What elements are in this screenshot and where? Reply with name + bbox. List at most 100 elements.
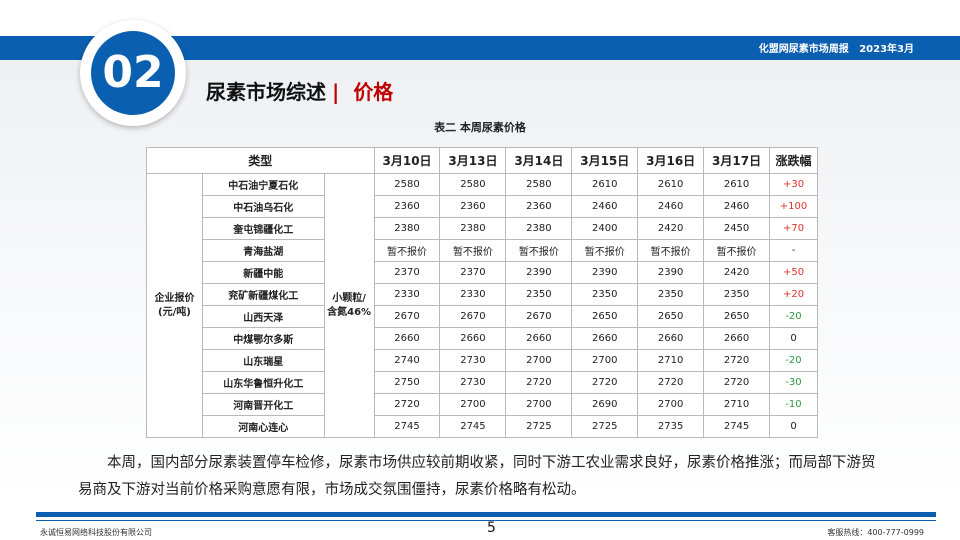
section-title: 尿素市场综述 | 价格 bbox=[206, 76, 393, 105]
table-row: 河南心连心 2745 2745 2725 2725 2735 2745 0 bbox=[147, 415, 818, 438]
price-cell: 2650 bbox=[571, 305, 639, 328]
price-cell: 2380 bbox=[373, 217, 441, 240]
price-cell: 2350 bbox=[637, 283, 705, 306]
change-cell: +50 bbox=[769, 261, 818, 284]
table-row: 新疆中能 2370 2370 2390 2390 2390 2420 +50 bbox=[147, 261, 818, 284]
change-cell: +30 bbox=[769, 173, 818, 196]
price-cell: 2420 bbox=[703, 261, 771, 284]
price-cell: 2670 bbox=[505, 305, 573, 328]
price-cell: 2720 bbox=[571, 371, 639, 394]
price-cell: 2370 bbox=[373, 261, 441, 284]
product-spec-cell: 小颗粒/含氮46% bbox=[323, 173, 375, 438]
price-cell: 2720 bbox=[373, 393, 441, 416]
price-cell: 2740 bbox=[373, 349, 441, 372]
price-cell: 2350 bbox=[703, 283, 771, 306]
table-row: 山东瑞星 2740 2730 2700 2700 2710 2720 -20 bbox=[147, 349, 818, 372]
table-row: 奎屯锦疆化工 2380 2380 2380 2400 2420 2450 +70 bbox=[147, 217, 818, 240]
change-cell: +100 bbox=[769, 195, 818, 218]
price-cell: 2330 bbox=[373, 283, 441, 306]
price-cell: 2420 bbox=[637, 217, 705, 240]
change-cell: +70 bbox=[769, 217, 818, 240]
price-cell: 2700 bbox=[505, 393, 573, 416]
nitrogen-content: 含氮46% bbox=[327, 306, 372, 318]
price-cell: 2460 bbox=[637, 195, 705, 218]
section-title-separator: | bbox=[332, 80, 340, 104]
change-cell: -20 bbox=[769, 349, 818, 372]
table-row: 中石油乌石化 2360 2360 2360 2460 2460 2460 +100 bbox=[147, 195, 818, 218]
table-row: 河南晋开化工 2720 2700 2700 2690 2700 2710 -10 bbox=[147, 393, 818, 416]
change-cell: -10 bbox=[769, 393, 818, 416]
price-cell: 2390 bbox=[637, 261, 705, 284]
price-cell: 2390 bbox=[571, 261, 639, 284]
change-cell: +20 bbox=[769, 283, 818, 306]
company-name: 山西天泽 bbox=[201, 305, 325, 328]
column-header-change: 涨跌幅 bbox=[769, 147, 818, 174]
column-header-date: 3月13日 bbox=[439, 147, 507, 174]
price-table: 类型 3月10日 3月13日 3月14日 3月15日 3月16日 3月17日 涨… bbox=[146, 147, 818, 438]
price-cell: 2610 bbox=[703, 173, 771, 196]
footer-line bbox=[36, 520, 936, 521]
company-name: 中石油乌石化 bbox=[201, 195, 325, 218]
column-header-date: 3月16日 bbox=[637, 147, 705, 174]
change-cell: 0 bbox=[769, 327, 818, 350]
price-cell: 2720 bbox=[637, 371, 705, 394]
price-cell: 2370 bbox=[439, 261, 507, 284]
price-cell: 2580 bbox=[505, 173, 573, 196]
company-name: 新疆中能 bbox=[201, 261, 325, 284]
price-cell: 暂不报价 bbox=[439, 239, 507, 262]
company-name: 兖矿新疆煤化工 bbox=[201, 283, 325, 306]
price-cell: 2745 bbox=[439, 415, 507, 438]
table-row: 青海盐湖 暂不报价 暂不报价 暂不报价 暂不报价 暂不报价 暂不报价 - bbox=[147, 239, 818, 262]
price-cell: 2350 bbox=[571, 283, 639, 306]
price-cell: 2450 bbox=[703, 217, 771, 240]
company-name: 山东瑞星 bbox=[201, 349, 325, 372]
table-row: 山东华鲁恒升化工 2750 2730 2720 2720 2720 2720 -30 bbox=[147, 371, 818, 394]
footer-company: 永诚恒易网络科技股份有限公司 bbox=[40, 528, 152, 537]
column-header-date: 3月10日 bbox=[373, 147, 441, 174]
price-cell: 2330 bbox=[439, 283, 507, 306]
table-row: 山西天泽 2670 2670 2670 2650 2650 2650 -20 bbox=[147, 305, 818, 328]
company-name: 中煤鄂尔多斯 bbox=[201, 327, 325, 350]
price-cell: 2670 bbox=[373, 305, 441, 328]
price-cell: 2390 bbox=[505, 261, 573, 284]
price-cell: 2660 bbox=[637, 327, 705, 350]
price-cell: 2610 bbox=[571, 173, 639, 196]
price-cell: 2745 bbox=[373, 415, 441, 438]
price-cell: 2360 bbox=[505, 195, 573, 218]
section-title-main: 尿素市场综述 bbox=[206, 80, 326, 104]
price-cell: 暂不报价 bbox=[703, 239, 771, 262]
footer-hotline: 客服热线：400-777-0999 bbox=[827, 528, 924, 537]
group-label-cell: 企业报价 (元/吨) bbox=[146, 173, 203, 438]
footer-bar bbox=[36, 512, 936, 517]
price-cell: 2460 bbox=[571, 195, 639, 218]
price-cell: 2400 bbox=[571, 217, 639, 240]
price-cell: 暂不报价 bbox=[373, 239, 441, 262]
price-cell: 2720 bbox=[505, 371, 573, 394]
column-header-date: 3月17日 bbox=[703, 147, 771, 174]
table-row: 中煤鄂尔多斯 2660 2660 2660 2660 2660 2660 0 bbox=[147, 327, 818, 350]
price-cell: 2720 bbox=[703, 371, 771, 394]
price-cell: 2670 bbox=[439, 305, 507, 328]
price-cell: 2660 bbox=[505, 327, 573, 350]
price-cell: 2700 bbox=[439, 393, 507, 416]
group-unit: (元/吨) bbox=[158, 306, 191, 318]
price-cell: 2380 bbox=[505, 217, 573, 240]
price-cell: 2735 bbox=[637, 415, 705, 438]
price-cell: 2650 bbox=[637, 305, 705, 328]
change-cell: 0 bbox=[769, 415, 818, 438]
column-header-date: 3月14日 bbox=[505, 147, 573, 174]
price-cell: 2650 bbox=[703, 305, 771, 328]
table-row: 兖矿新疆煤化工 2330 2330 2350 2350 2350 2350 +20 bbox=[147, 283, 818, 306]
price-cell: 2580 bbox=[439, 173, 507, 196]
price-cell: 2580 bbox=[373, 173, 441, 196]
change-cell: -20 bbox=[769, 305, 818, 328]
group-label: 企业报价 bbox=[154, 292, 195, 304]
section-subtitle: 价格 bbox=[353, 80, 394, 104]
price-cell: 2360 bbox=[373, 195, 441, 218]
price-cell: 暂不报价 bbox=[637, 239, 705, 262]
price-cell: 2380 bbox=[439, 217, 507, 240]
section-number-badge: 02 bbox=[80, 20, 186, 126]
column-header-date: 3月15日 bbox=[571, 147, 639, 174]
company-name: 河南心连心 bbox=[201, 415, 325, 438]
price-cell: 2750 bbox=[373, 371, 441, 394]
